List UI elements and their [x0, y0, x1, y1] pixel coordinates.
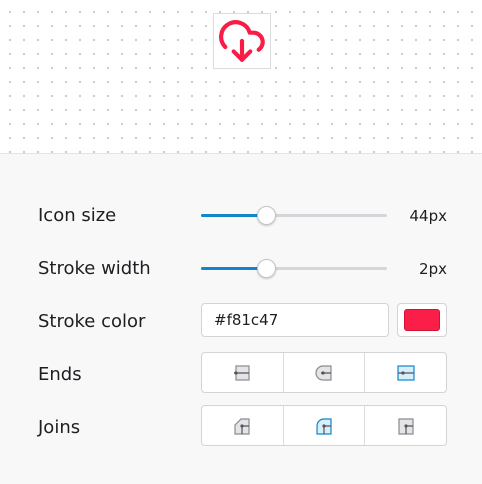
joins-segmented-control — [201, 405, 447, 446]
stroke-width-slider[interactable] — [201, 258, 387, 278]
icon-size-slider[interactable] — [201, 205, 387, 225]
round-join-icon — [316, 417, 332, 435]
ends-option-square[interactable] — [365, 353, 446, 392]
round-cap-icon — [315, 364, 332, 381]
joins-option-bevel[interactable] — [202, 406, 284, 445]
stroke-color-input[interactable] — [201, 303, 389, 337]
square-cap-icon — [397, 364, 415, 381]
stroke-color-label: Stroke color — [38, 311, 146, 332]
stroke-color-picker-button[interactable] — [397, 303, 447, 337]
miter-join-icon — [398, 417, 414, 435]
icon-size-value: 44px — [409, 207, 448, 225]
stroke-width-label: Stroke width — [38, 258, 151, 279]
icon-size-label: Icon size — [38, 205, 117, 226]
ends-option-round[interactable] — [284, 353, 366, 392]
icon-preview-frame — [213, 13, 271, 69]
stroke-width-value: 2px — [419, 260, 447, 278]
joins-option-miter[interactable] — [365, 406, 446, 445]
joins-label: Joins — [38, 417, 81, 438]
ends-segmented-control — [201, 352, 447, 393]
slider-thumb[interactable] — [257, 206, 277, 225]
butt-cap-icon — [234, 364, 250, 381]
slider-thumb[interactable] — [257, 259, 277, 278]
ends-option-butt[interactable] — [202, 353, 284, 392]
color-swatch — [404, 309, 440, 331]
icon-preview-area — [0, 0, 482, 154]
ends-label: Ends — [38, 364, 82, 385]
cloud-download-icon — [219, 20, 265, 62]
bevel-join-icon — [234, 417, 250, 435]
joins-option-round[interactable] — [284, 406, 366, 445]
